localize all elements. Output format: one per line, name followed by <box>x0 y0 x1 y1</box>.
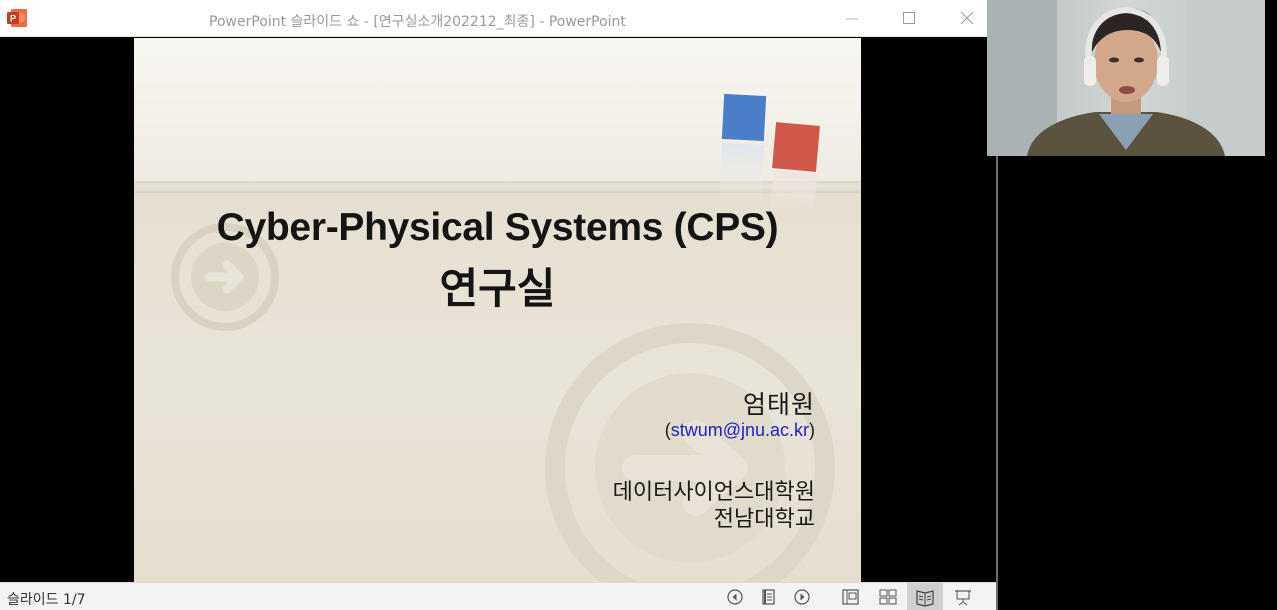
email-paren-close: ) <box>809 420 815 440</box>
presenter-name: 엄태원 <box>742 390 815 419</box>
email-link[interactable]: stwum@jnu.ac.kr <box>671 420 809 440</box>
webcam-feed <box>987 0 1265 156</box>
maximize-icon <box>903 12 915 24</box>
close-button[interactable] <box>953 6 981 30</box>
presenter-university: 전남대학교 <box>713 507 815 532</box>
title-bar: P PowerPoint 슬라이드 쇼 - [연구실소개202212_최종] -… <box>0 0 987 37</box>
slide-sorter-icon <box>879 589 897 605</box>
decorative-squares-icon <box>719 93 820 208</box>
slide-subtitle: 연구실 <box>439 265 556 312</box>
minimize-icon <box>846 18 858 20</box>
powerpoint-window: P PowerPoint 슬라이드 쇼 - [연구실소개202212_최종] -… <box>0 0 987 610</box>
maximize-button[interactable] <box>895 6 923 30</box>
next-slide-icon <box>794 589 810 605</box>
status-bar: 슬라이드 1/7 <box>0 582 997 610</box>
close-icon <box>960 11 974 25</box>
previous-slide-icon <box>727 589 743 605</box>
normal-view-button[interactable] <box>839 586 861 608</box>
presenter-email: (stwum@jnu.ac.kr) <box>665 420 815 441</box>
slide-sorter-button[interactable] <box>877 586 899 608</box>
reading-view-button[interactable] <box>907 583 943 610</box>
panel-divider <box>996 155 998 610</box>
slide-counter: 슬라이드 1/7 <box>7 592 86 608</box>
slide[interactable]: Cyber-Physical Systems (CPS) 연구실 엄태원 (st… <box>134 38 861 582</box>
reading-view-icon <box>916 590 934 607</box>
decorative-large-circle-icon <box>545 323 835 582</box>
slide-list-icon <box>762 589 775 605</box>
slide-list-button[interactable] <box>757 586 779 608</box>
person-silhouette-icon <box>987 0 1265 156</box>
minimize-button[interactable] <box>838 6 866 30</box>
next-slide-button[interactable] <box>791 586 813 608</box>
slide-show-button[interactable] <box>952 586 974 608</box>
normal-view-icon <box>842 589 859 605</box>
previous-slide-button[interactable] <box>724 586 746 608</box>
slide-show-icon <box>955 590 971 606</box>
slide-title: Cyber-Physical Systems (CPS) <box>216 206 779 249</box>
